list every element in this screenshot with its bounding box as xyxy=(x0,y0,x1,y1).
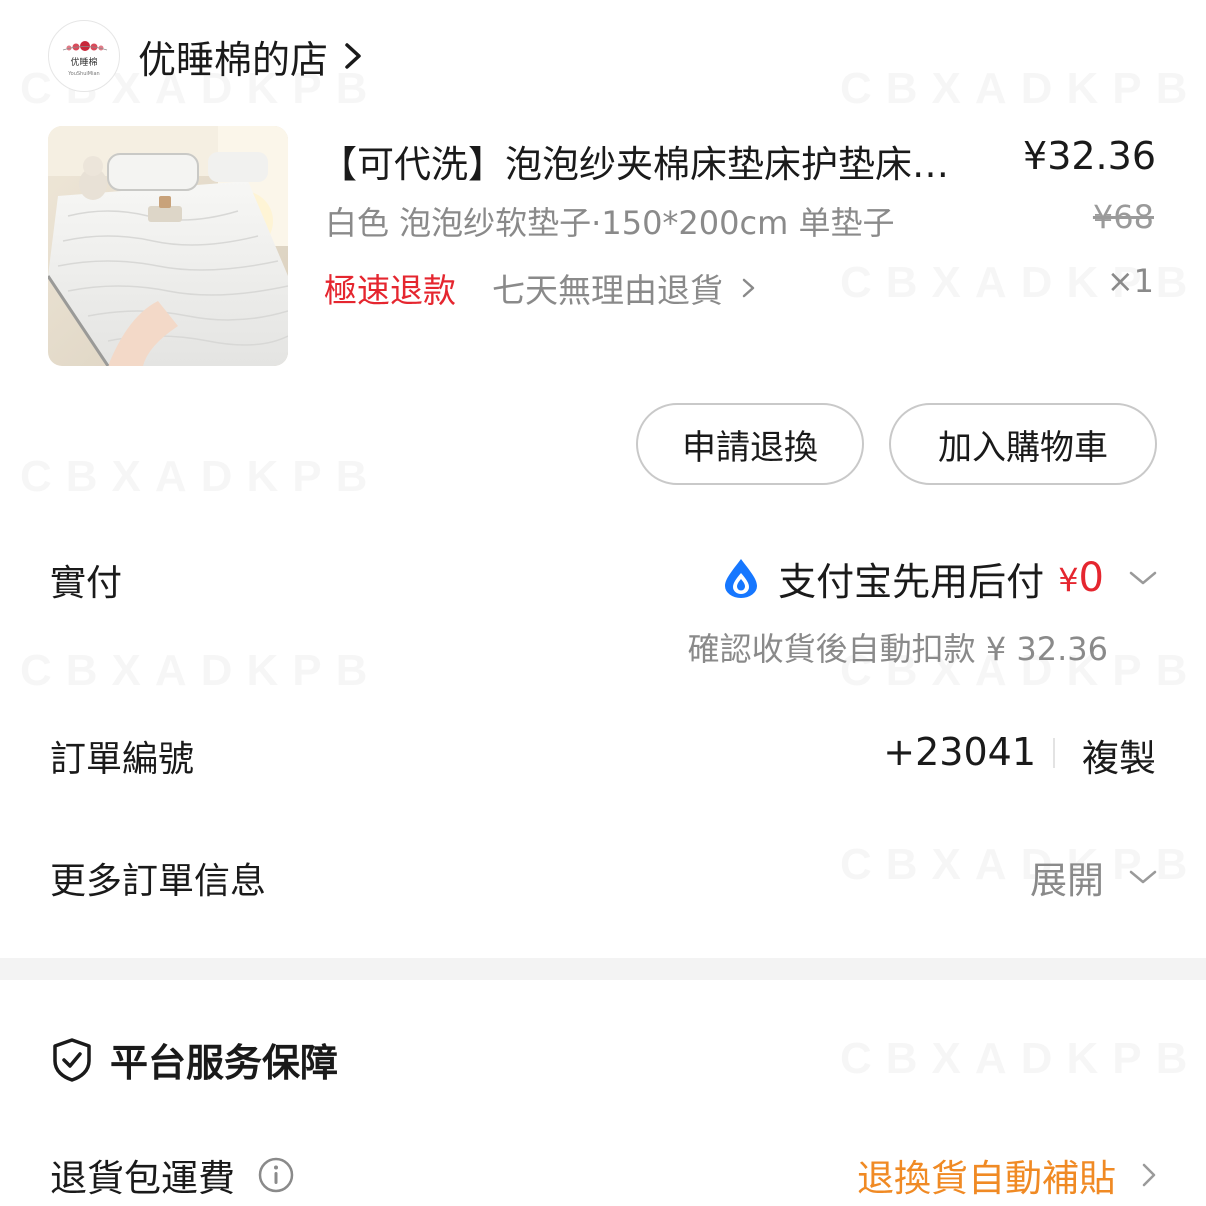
refund-exchange-button[interactable]: 申請退換 xyxy=(636,403,864,485)
chevron-down-icon xyxy=(1129,870,1157,884)
fast-refund-label: 極速退款 xyxy=(324,271,456,310)
platform-guarantee-title: 平台服务保障 xyxy=(110,1041,339,1085)
flower-logo-icon xyxy=(62,41,108,51)
order-number-label: 訂單編號 xyxy=(50,739,195,780)
shield-check-icon xyxy=(53,1037,91,1082)
payment-method: 支付宝先用后付 xyxy=(778,559,1045,604)
auto-deduct-note: 確認收貨後自動扣款 ¥ 32.36 xyxy=(687,630,1108,668)
chevron-down-icon xyxy=(1129,571,1157,585)
return-shipping-label: 退貨包運費 xyxy=(50,1157,235,1200)
alipay-drop-icon xyxy=(725,559,758,598)
more-order-info-label: 更多訂單信息 xyxy=(50,861,267,902)
info-icon[interactable] xyxy=(257,1156,295,1194)
watermark: CBXADKPB xyxy=(20,452,381,502)
shop-name[interactable]: 优睡棉的店 xyxy=(138,29,328,84)
shop-logo: 优睡棉 YouShuiMian xyxy=(48,20,120,92)
refund-policy-label: 七天無理由退貨 xyxy=(492,271,723,310)
order-number: +23041 xyxy=(553,730,1036,775)
expand-label: 展開 xyxy=(1030,859,1104,902)
quantity: ×1 xyxy=(1106,262,1154,300)
chevron-right-icon xyxy=(742,278,755,298)
payment-method-selector[interactable]: 支付宝先用后付 ¥0 xyxy=(722,548,1158,608)
logo-text: 优睡棉 xyxy=(70,58,98,68)
product-title[interactable]: 【可代洗】泡泡纱夹棉床垫床护垫床… xyxy=(320,134,1010,188)
logo-subtext: YouShuiMian xyxy=(68,71,100,77)
chevron-right-icon xyxy=(345,43,361,69)
refund-policy-link[interactable]: 七天無理由退貨 xyxy=(492,264,757,312)
product-price: ¥32.36 xyxy=(1023,134,1156,178)
expand-button[interactable]: 展開 xyxy=(1030,850,1158,904)
return-shipping-row: 退貨包運費 xyxy=(50,1148,295,1202)
separator xyxy=(1053,738,1055,768)
original-price: ¥68 xyxy=(1092,198,1154,236)
paid-amount-value: 0 xyxy=(1078,555,1104,601)
paid-label: 實付 xyxy=(50,563,123,604)
currency-symbol: ¥ xyxy=(1058,561,1079,599)
redacted-area xyxy=(553,734,884,775)
return-subsidy-status: 退換貨自動補貼 xyxy=(857,1157,1116,1200)
section-divider xyxy=(0,958,1206,980)
copy-button[interactable]: 複製 xyxy=(1082,728,1156,782)
return-subsidy-link[interactable]: 退換貨自動補貼 xyxy=(857,1148,1158,1202)
add-to-cart-button[interactable]: 加入購物車 xyxy=(889,403,1157,485)
shop-header[interactable]: 优睡棉 YouShuiMian 优睡棉的店 xyxy=(48,18,366,94)
watermark: CBXADKPB xyxy=(840,64,1201,114)
order-number-visible: +23041 xyxy=(883,730,1036,774)
chevron-right-icon xyxy=(1142,1163,1156,1187)
platform-guarantee-header: 平台服务保障 xyxy=(50,1032,338,1087)
paid-amount: ¥0 xyxy=(1058,555,1104,601)
watermark: CBXADKPB xyxy=(840,1034,1201,1084)
watermark: CBXADKPB xyxy=(20,646,381,696)
product-image[interactable] xyxy=(48,126,288,366)
product-spec: 白色 泡泡纱软垫子·150*200cm 单垫子 xyxy=(325,204,895,242)
